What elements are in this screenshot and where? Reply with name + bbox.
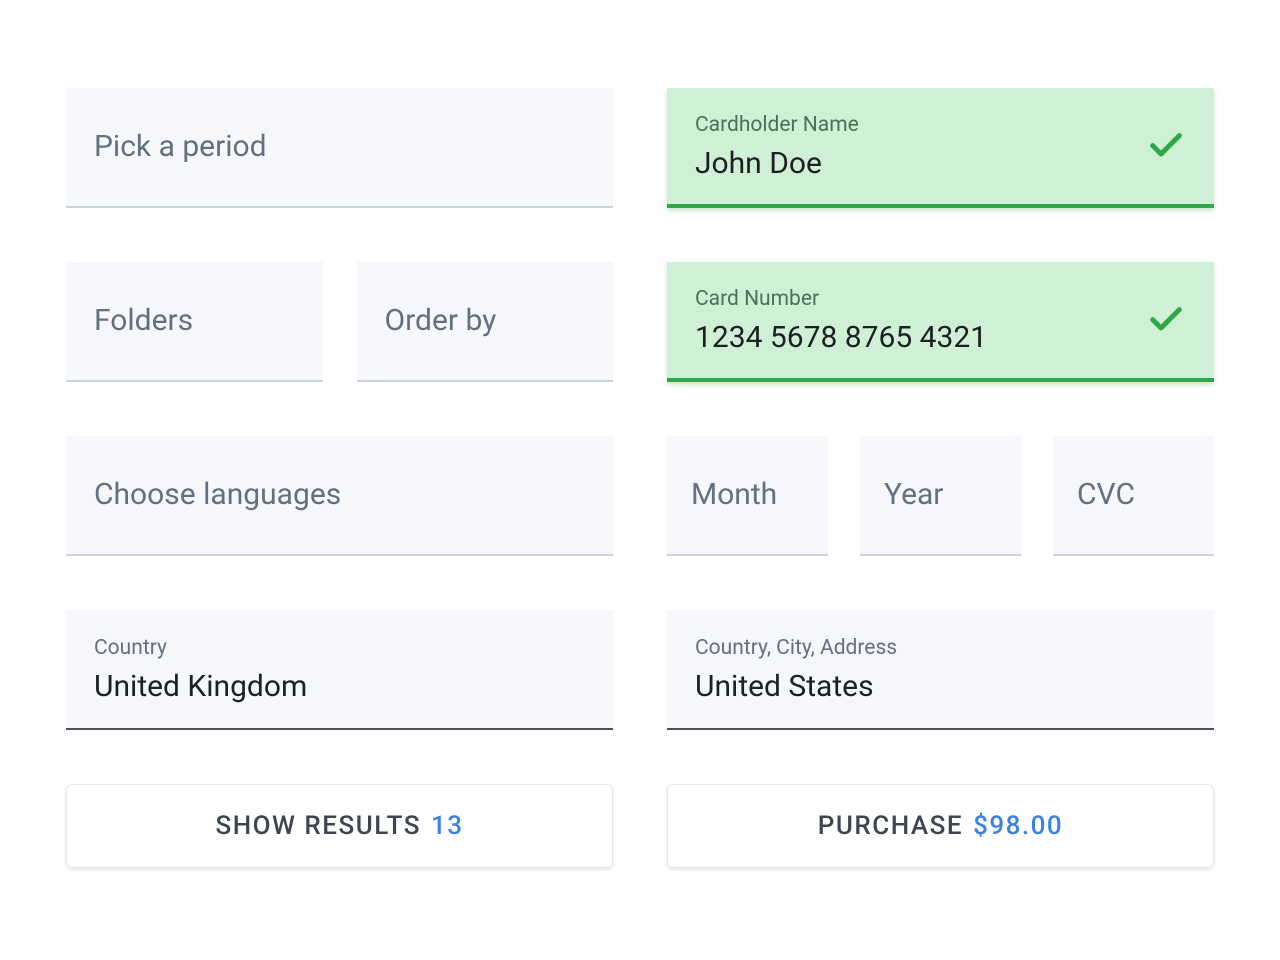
show-results-button[interactable]: SHOW RESULTS 13: [66, 784, 613, 868]
cvc-field[interactable]: CVC: [1053, 436, 1214, 556]
address-label: Country, City, Address: [695, 636, 1186, 660]
purchase-amount: $98.00: [973, 811, 1063, 841]
show-results-text: SHOW RESULTS: [215, 811, 421, 841]
period-placeholder: Pick a period: [94, 132, 585, 162]
card-number-field[interactable]: Card Number 1234 5678 8765 4321: [667, 262, 1214, 382]
year-placeholder: Year: [884, 480, 997, 510]
check-icon: [1146, 298, 1186, 342]
cardnumber-value: 1234 5678 8765 4321: [695, 321, 1186, 354]
year-select[interactable]: Year: [860, 436, 1021, 556]
period-select[interactable]: Pick a period: [66, 88, 613, 208]
cardholder-name-field[interactable]: Cardholder Name John Doe: [667, 88, 1214, 208]
country-value: United Kingdom: [94, 670, 585, 703]
cardholder-label: Cardholder Name: [695, 113, 1186, 137]
address-select[interactable]: Country, City, Address United States: [667, 610, 1214, 730]
cardnumber-label: Card Number: [695, 287, 1186, 311]
address-value: United States: [695, 670, 1186, 703]
purchase-button[interactable]: PURCHASE $98.00: [667, 784, 1214, 868]
languages-select[interactable]: Choose languages: [66, 436, 613, 556]
folders-placeholder: Folders: [94, 306, 295, 336]
month-select[interactable]: Month: [667, 436, 828, 556]
orderby-placeholder: Order by: [385, 306, 586, 336]
orderby-select[interactable]: Order by: [357, 262, 614, 382]
purchase-text: PURCHASE: [818, 811, 963, 841]
country-select[interactable]: Country United Kingdom: [66, 610, 613, 730]
folders-select[interactable]: Folders: [66, 262, 323, 382]
country-label: Country: [94, 636, 585, 660]
cardholder-value: John Doe: [695, 147, 1186, 180]
month-placeholder: Month: [691, 480, 804, 510]
show-results-count: 13: [431, 811, 464, 841]
cvc-placeholder: CVC: [1077, 480, 1190, 510]
check-icon: [1146, 124, 1186, 168]
languages-placeholder: Choose languages: [94, 480, 585, 510]
